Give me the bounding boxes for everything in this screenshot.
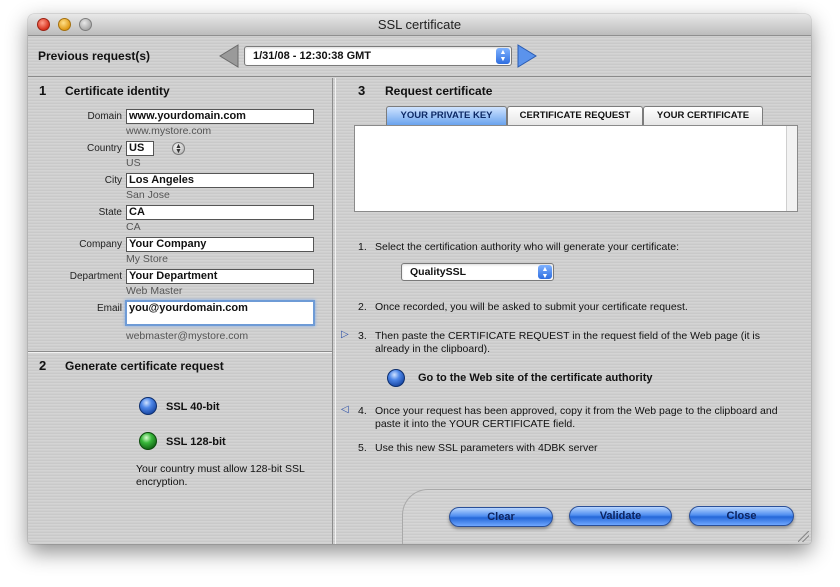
certificate-authority-select[interactable]: QualitySSL ▲ ▼ [401,263,554,281]
button-bar: Clear Validate Close [402,489,811,544]
text-area-scrollbar[interactable] [786,126,797,211]
ssl-40-bit-button[interactable] [139,397,157,415]
section-2-title: Generate certificate request [65,359,224,373]
minimize-window-button[interactable] [58,18,71,31]
vertical-divider [332,78,336,544]
ssl-40-bit-label: SSL 40-bit [166,401,220,413]
company-field[interactable]: Your Company [126,237,314,252]
ssl-128-bit-label: SSL 128-bit [166,436,226,448]
previous-request-value: 1/31/08 - 12:30:38 GMT [253,50,372,62]
step-3-text: Then paste the CERTIFICATE REQUEST in th… [375,330,760,355]
section-3-number: 3 [358,83,366,98]
domain-hint: www.mystore.com [126,125,212,137]
email-hint: webmaster@mystore.com [126,330,249,342]
step-1-number: 1. [358,241,367,253]
country-stepper-icon[interactable]: ▲ ▼ [172,142,185,155]
country-hint: US [126,157,141,169]
popup-stepper-icon: ▲ ▼ [496,48,510,64]
step-4: 4. Once your request has been approved, … [358,405,798,433]
horizontal-divider [28,351,332,353]
step-3-number: 3. [358,330,367,342]
step-3: 3. Then paste the CERTIFICATE REQUEST in… [358,330,798,358]
department-label: Department [69,271,122,282]
authority-stepper-icon: ▲ ▼ [538,265,552,280]
private-key-text-area[interactable] [354,125,798,212]
state-hint: CA [126,221,141,233]
previous-request-select[interactable]: 1/31/08 - 12:30:38 GMT ▲ ▼ [244,46,512,66]
go-to-authority-button[interactable] [387,369,405,387]
section-2-number: 2 [39,358,47,373]
email-label: Email [96,303,122,314]
tab-certificate-request[interactable]: CERTIFICATE REQUEST [507,106,643,125]
previous-arrow-icon[interactable] [218,43,240,69]
step-5-number: 5. [358,442,367,454]
ssl-certificate-window: SSL certificate Previous request(s) 1/31… [28,14,811,544]
section-1-number: 1 [39,83,47,98]
state-label: State [98,207,122,218]
next-arrow-icon[interactable] [516,43,538,69]
go-to-authority-label[interactable]: Go to the Web site of the certificate au… [418,372,653,384]
state-field[interactable]: CA [126,205,314,220]
title-bar: SSL certificate [28,14,811,36]
city-field[interactable]: Los Angeles [126,173,314,188]
previous-requests-bar: Previous request(s) 1/31/08 - 12:30:38 G… [28,37,811,77]
email-field[interactable]: you@yourdomain.com [125,300,315,326]
encryption-note: Your country must allow 128-bit SSL encr… [136,463,305,488]
step-5-text: Use this new SSL parameters with 4DBK se… [375,442,598,454]
department-field[interactable]: Your Department [126,269,314,284]
close-window-button[interactable] [37,18,50,31]
zoom-window-button[interactable] [79,18,92,31]
validate-button[interactable]: Validate [569,506,672,526]
close-button[interactable]: Close [689,506,794,526]
domain-field[interactable]: www.yourdomain.com [126,109,314,124]
step-4-marker-icon: ◁ [341,404,349,415]
step-2-text: Once recorded, you will be asked to subm… [375,301,688,313]
certificate-authority-value: QualitySSL [410,266,467,278]
city-label: City [104,175,122,186]
previous-requests-label: Previous request(s) [38,49,151,63]
domain-label: Domain [87,111,122,122]
country-label: Country [86,143,122,154]
country-field[interactable]: US [126,141,154,156]
step-3-marker-icon: ▷ [341,329,349,340]
company-hint: My Store [126,253,169,265]
step-4-text: Once your request has been approved, cop… [375,405,778,430]
tab-your-private-key[interactable]: YOUR PRIVATE KEY [386,106,507,125]
clear-button[interactable]: Clear [449,507,553,527]
step-4-number: 4. [358,405,367,417]
section-3-title: Request certificate [385,84,493,98]
department-hint: Web Master [126,285,183,297]
step-2-number: 2. [358,301,367,313]
city-hint: San Jose [126,189,170,201]
resize-grip-icon[interactable] [798,531,809,542]
section-1-title: Certificate identity [65,84,170,98]
tab-your-certificate[interactable]: YOUR CERTIFICATE [643,106,763,125]
window-title: SSL certificate [377,17,462,32]
step-1-text: Select the certification authority who w… [375,241,680,253]
ssl-128-bit-button[interactable] [139,432,157,450]
company-label: Company [79,239,122,250]
